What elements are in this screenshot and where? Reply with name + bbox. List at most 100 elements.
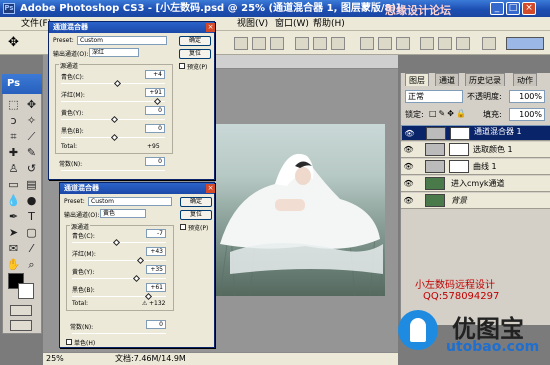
align-right-icon[interactable] (331, 37, 345, 50)
history-brush-icon[interactable]: ↺ (23, 161, 40, 176)
monochrome-checkbox[interactable] (66, 339, 72, 345)
marquee-tool-icon[interactable]: ⬚ (5, 97, 22, 112)
menu-help[interactable]: 帮助(H) (310, 17, 348, 31)
ok-button[interactable]: 确定 (180, 197, 212, 207)
fill-input[interactable]: 100% (509, 108, 545, 121)
preset-select[interactable]: Custom (88, 197, 172, 206)
hand-tool-icon[interactable]: ✋ (5, 257, 22, 272)
minimize-button[interactable]: _ (490, 2, 504, 15)
menu-window[interactable]: 窗口(W) (272, 17, 312, 31)
eye-icon[interactable]: 👁 (403, 179, 414, 188)
align-center-icon[interactable] (313, 37, 327, 50)
reset-button[interactable]: 复位 (179, 49, 211, 59)
layer-mask-thumb[interactable] (449, 143, 469, 156)
preview-checkbox[interactable] (180, 224, 186, 230)
layer-mask-thumb[interactable] (450, 127, 470, 140)
black-input[interactable]: +61 (146, 283, 166, 292)
distribute-center-icon[interactable] (438, 37, 452, 50)
brush-tool-icon[interactable]: ✎ (23, 145, 40, 160)
dialog-close-icon[interactable]: × (206, 23, 215, 32)
align-middle-icon[interactable] (252, 37, 266, 50)
dialog-close-icon[interactable]: × (206, 184, 215, 193)
eyedropper-icon[interactable]: ⁄ (23, 241, 40, 256)
tab-channels[interactable]: 通道 (435, 73, 459, 86)
constant-input[interactable]: 0 (146, 320, 166, 329)
move-tool-icon[interactable]: ✥ (23, 97, 40, 112)
layer-row[interactable]: 👁 背景 (401, 193, 550, 209)
preview-checkbox[interactable] (179, 63, 185, 69)
tab-history[interactable]: 历史记录 (465, 73, 505, 86)
distribute-bottom-icon[interactable] (396, 37, 410, 50)
crop-tool-icon[interactable]: ⌗ (5, 129, 22, 144)
yellow-slider[interactable] (72, 278, 166, 279)
yellow-input[interactable]: 0 (145, 106, 165, 115)
tab-actions[interactable]: 动作 (513, 73, 537, 86)
photo-canvas[interactable] (215, 124, 385, 296)
magic-wand-icon[interactable]: ✧ (23, 113, 40, 128)
distribute-middle-icon[interactable] (378, 37, 392, 50)
close-button[interactable]: × (522, 2, 536, 15)
layer-row[interactable]: 👁 曲线 1 (401, 159, 550, 175)
black-label: 黑色(B): (72, 287, 95, 294)
align-bottom-icon[interactable] (270, 37, 284, 50)
eye-icon[interactable]: 👁 (403, 145, 414, 154)
magenta-slider[interactable] (72, 260, 166, 261)
layer-row[interactable]: 👁 进入cmyk通道 (401, 176, 550, 192)
path-select-icon[interactable]: ➤ (5, 225, 22, 240)
shape-tool-icon[interactable]: ▢ (23, 225, 40, 240)
ok-button[interactable]: 确定 (179, 36, 211, 46)
blur-tool-icon[interactable]: 💧 (5, 193, 22, 208)
constant-slider[interactable] (61, 170, 165, 171)
eraser-tool-icon[interactable]: ▭ (5, 177, 22, 192)
maximize-button[interactable]: □ (506, 2, 520, 15)
notes-tool-icon[interactable]: ✉ (5, 241, 22, 256)
eye-icon[interactable]: 👁 (403, 196, 414, 205)
eye-icon[interactable]: 👁 (404, 129, 415, 138)
distribute-left-icon[interactable] (420, 37, 434, 50)
menu-view[interactable]: 视图(V) (234, 17, 271, 31)
constant-slider[interactable] (72, 333, 166, 334)
pen-tool-icon[interactable]: ✒ (5, 209, 22, 224)
magenta-slider[interactable] (61, 101, 165, 102)
magenta-input[interactable]: +91 (145, 88, 165, 97)
layer-mask-thumb[interactable] (449, 160, 469, 173)
lock-label: 锁定: (405, 110, 424, 119)
zoom-tool-icon[interactable]: ⌕ (23, 257, 40, 272)
quick-mask-icon[interactable] (10, 305, 32, 316)
screen-mode-icon[interactable] (10, 320, 32, 331)
slice-tool-icon[interactable]: ⟋ (23, 129, 40, 144)
blend-mode-select[interactable]: 正常 (405, 90, 463, 103)
align-top-icon[interactable] (234, 37, 248, 50)
auto-align-icon[interactable] (482, 37, 496, 50)
clone-stamp-icon[interactable]: ♙ (5, 161, 22, 176)
opacity-input[interactable]: 100% (509, 90, 545, 103)
lasso-tool-icon[interactable]: ↄ (5, 113, 22, 128)
align-left-icon[interactable] (295, 37, 309, 50)
magenta-input[interactable]: +43 (146, 247, 166, 256)
background-color-swatch[interactable] (18, 283, 34, 299)
lock-icons[interactable]: □✎✥🔒 (429, 109, 468, 118)
gradient-tool-icon[interactable]: ▤ (23, 177, 40, 192)
preset-select[interactable]: Custom (77, 36, 167, 45)
group-label: 源通道 (70, 222, 91, 231)
dodge-tool-icon[interactable]: ● (23, 193, 40, 208)
layer-name: 曲线 1 (473, 162, 497, 171)
cyan-input[interactable]: -7 (146, 229, 166, 238)
distribute-right-icon[interactable] (456, 37, 470, 50)
eye-icon[interactable]: 👁 (403, 162, 414, 171)
tab-layers[interactable]: 图层 (405, 73, 429, 86)
black-input[interactable]: 0 (145, 124, 165, 133)
output-channel-select[interactable]: 黄色 (100, 209, 146, 218)
distribute-top-icon[interactable] (360, 37, 374, 50)
cyan-input[interactable]: +4 (145, 70, 165, 79)
reset-button[interactable]: 复位 (180, 210, 212, 220)
zoom-level[interactable]: 25% (46, 353, 64, 365)
yellow-input[interactable]: +35 (146, 265, 166, 274)
healing-brush-icon[interactable]: ✚ (5, 145, 22, 160)
layer-row[interactable]: 👁 通道混合器 1 (401, 125, 550, 141)
constant-input[interactable]: 0 (145, 157, 165, 166)
workspace-button[interactable] (506, 37, 544, 50)
type-tool-icon[interactable]: T (23, 209, 40, 224)
output-channel-select[interactable]: 深红 (89, 48, 139, 57)
layer-row[interactable]: 👁 选取颜色 1 (401, 142, 550, 158)
